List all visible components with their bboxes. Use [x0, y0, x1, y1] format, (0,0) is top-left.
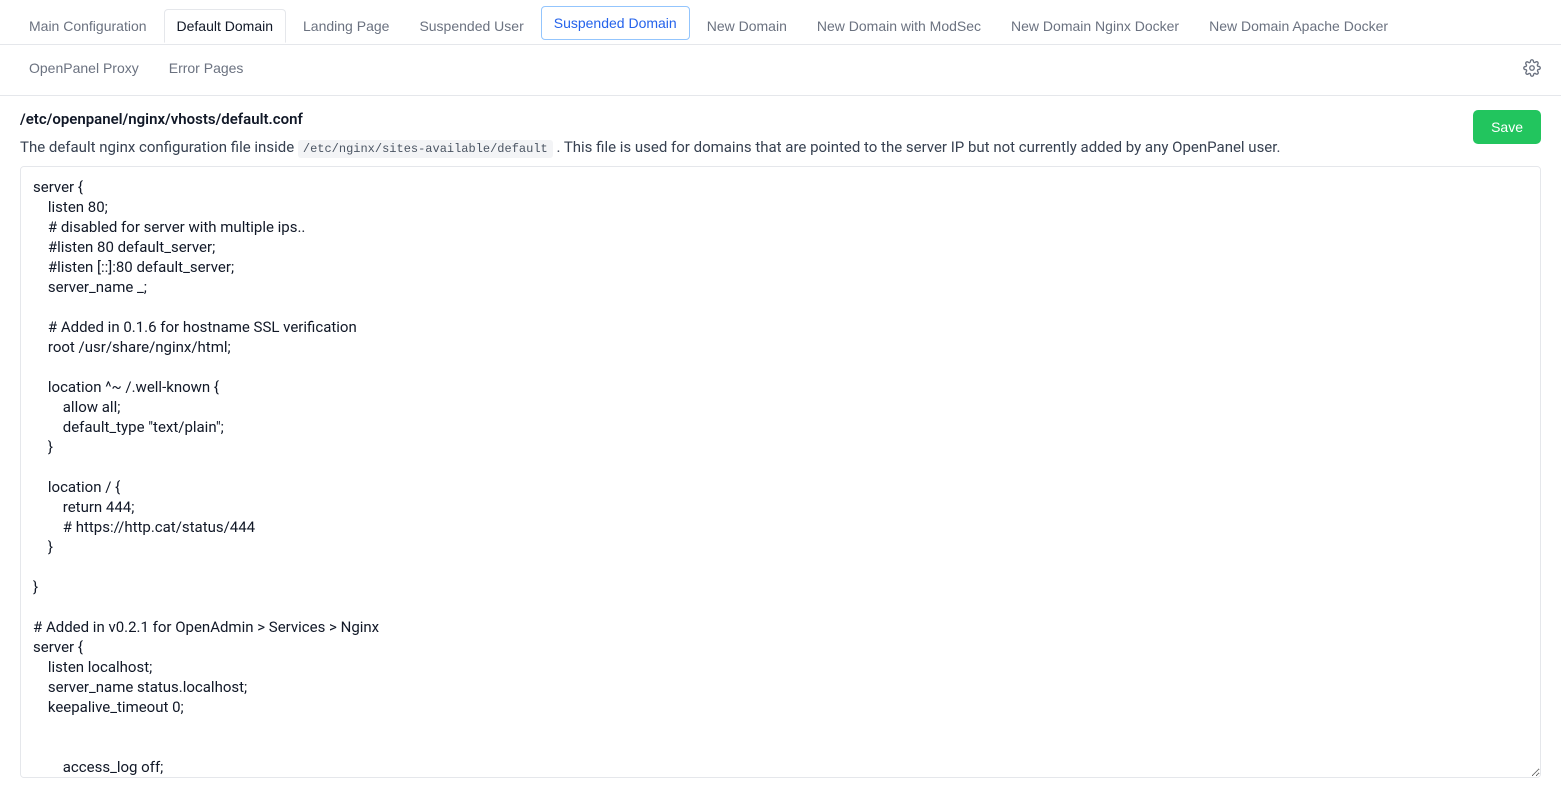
gear-icon[interactable]: [1523, 59, 1541, 81]
desc-code-path: /etc/nginx/sites-available/default: [298, 140, 553, 158]
tab-default-domain[interactable]: Default Domain: [164, 9, 287, 43]
tab-error-pages[interactable]: Error Pages: [156, 51, 257, 85]
file-path-heading: /etc/openpanel/nginx/vhosts/default.conf: [20, 110, 1280, 128]
tab-new-domain-apache-docker[interactable]: New Domain Apache Docker: [1196, 9, 1401, 43]
desc-suffix: . This file is used for domains that are…: [553, 138, 1281, 156]
tab-suspended-user[interactable]: Suspended User: [406, 9, 536, 43]
desc-prefix: The default nginx configuration file ins…: [20, 138, 298, 156]
tab-new-domain[interactable]: New Domain: [694, 9, 800, 43]
tab-bar-row1: Main ConfigurationDefault DomainLanding …: [0, 0, 1561, 45]
tab-new-domain-with-modsec[interactable]: New Domain with ModSec: [804, 9, 994, 43]
tab-new-domain-nginx-docker[interactable]: New Domain Nginx Docker: [998, 9, 1192, 43]
content-area: /etc/openpanel/nginx/vhosts/default.conf…: [0, 96, 1561, 796]
tab-bar-row2: OpenPanel ProxyError Pages: [0, 45, 1561, 96]
config-editor[interactable]: [20, 166, 1541, 778]
tab-suspended-domain[interactable]: Suspended Domain: [541, 6, 690, 40]
tab-openpanel-proxy[interactable]: OpenPanel Proxy: [16, 51, 152, 85]
tab-landing-page[interactable]: Landing Page: [290, 9, 402, 43]
tab-main-configuration[interactable]: Main Configuration: [16, 9, 160, 43]
file-description: The default nginx configuration file ins…: [20, 138, 1280, 156]
save-button[interactable]: Save: [1473, 110, 1541, 144]
